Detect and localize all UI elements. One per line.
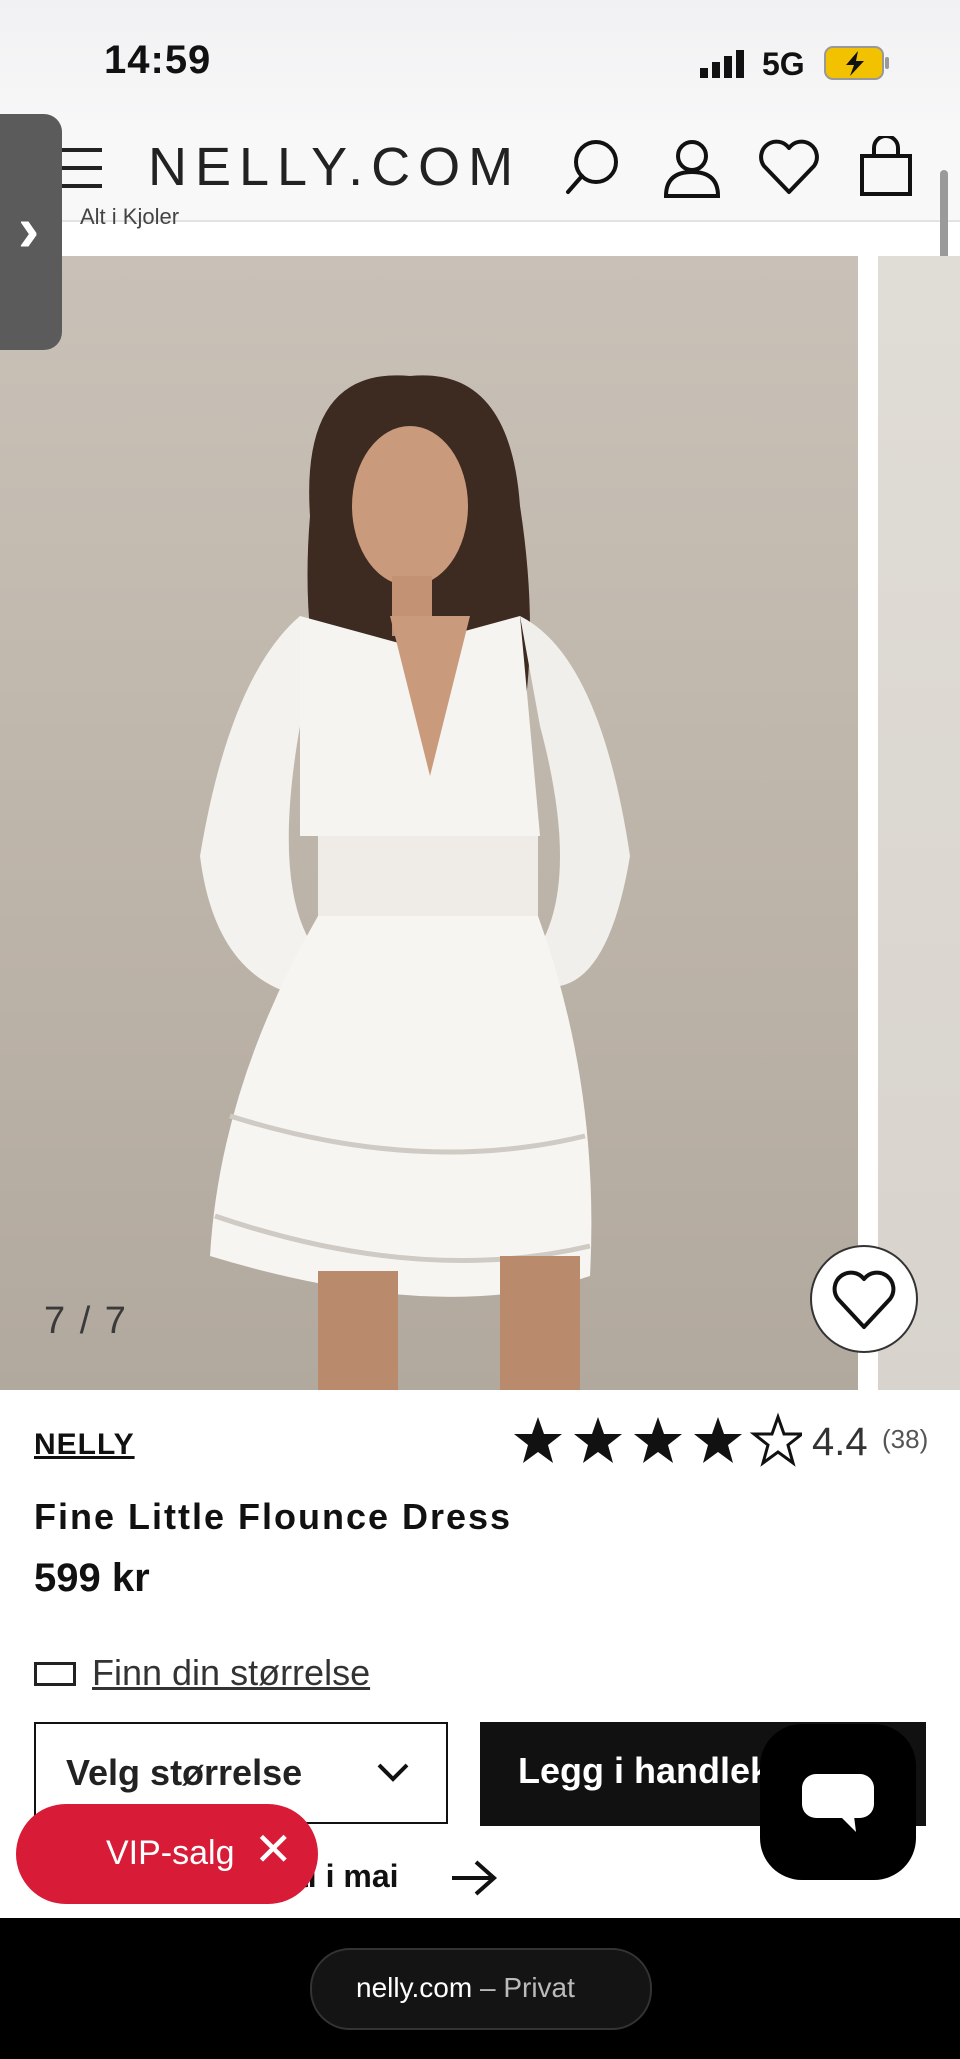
rating-value: 4.4 xyxy=(812,1420,868,1464)
product-title: Fine Little Flounce Dress xyxy=(34,1496,513,1537)
heart-icon xyxy=(832,1270,896,1329)
battery-icon xyxy=(824,46,890,85)
address-host: nelly.com xyxy=(356,1972,473,2003)
address-bar[interactable]: nelly.com – Privat xyxy=(310,1948,652,2030)
address-text: nelly.com – Privat xyxy=(356,1972,575,2004)
add-to-wishlist-button[interactable] xyxy=(810,1245,918,1353)
next-image-preview[interactable] xyxy=(878,256,960,1390)
search-icon[interactable] xyxy=(562,138,622,203)
rating-count[interactable]: (38) xyxy=(882,1424,928,1455)
product-brand[interactable]: NELLY xyxy=(34,1428,135,1462)
signal-icon xyxy=(700,50,748,83)
menu-icon[interactable] xyxy=(58,146,102,195)
product-image[interactable] xyxy=(0,256,858,1390)
breadcrumb[interactable]: Alt i Kjoler xyxy=(80,204,179,230)
status-time: 14:59 xyxy=(104,38,212,82)
address-mode: – Privat xyxy=(479,1972,575,2003)
cart-icon[interactable] xyxy=(858,134,914,203)
vip-sale-badge[interactable]: VIP-salg ✕ xyxy=(16,1804,318,1904)
chat-button[interactable] xyxy=(760,1724,916,1880)
rating-stars[interactable] xyxy=(512,1412,804,1472)
product-price: 599 kr xyxy=(34,1556,150,1600)
size-guide-link[interactable]: Finn din størrelse xyxy=(92,1652,370,1694)
account-icon[interactable] xyxy=(662,138,722,203)
size-select-label: Velg størrelse xyxy=(66,1752,303,1793)
ruler-icon xyxy=(34,1662,76,1686)
side-panel-toggle[interactable]: › xyxy=(0,114,62,350)
vip-sale-label: VIP-salg xyxy=(106,1834,235,1872)
image-counter: 7 / 7 xyxy=(44,1300,128,1342)
arrow-right-icon[interactable] xyxy=(450,1858,498,1903)
chat-icon xyxy=(802,1774,874,1832)
site-logo[interactable]: NELLY.COM xyxy=(148,136,521,198)
close-icon[interactable]: ✕ xyxy=(254,1822,293,1876)
network-label: 5G xyxy=(762,46,805,82)
wishlist-icon[interactable] xyxy=(758,138,820,201)
chevron-right-icon: › xyxy=(18,193,40,265)
chevron-down-icon xyxy=(377,1763,409,1782)
